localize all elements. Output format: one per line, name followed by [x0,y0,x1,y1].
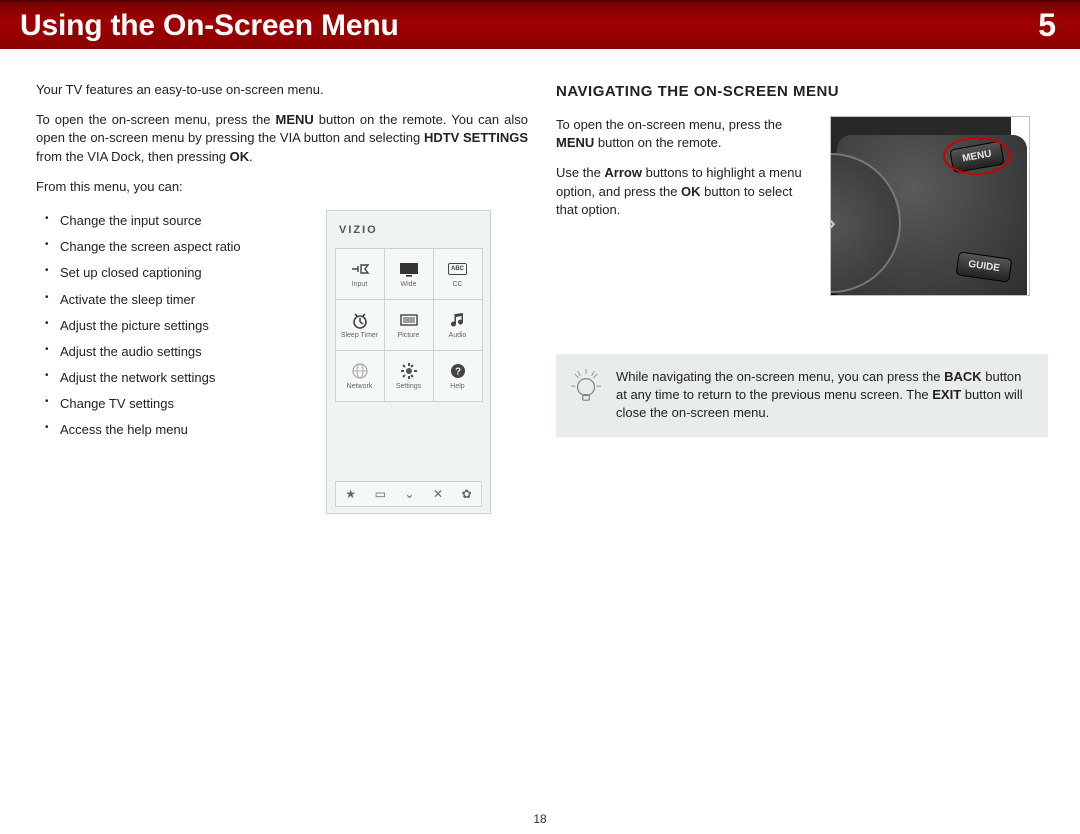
tv-icon [398,260,420,278]
tip-text: While navigating the on-screen menu, you… [616,368,1032,423]
page-number: 18 [0,812,1080,826]
gear-small-icon: ✿ [462,486,472,503]
list-item: Change TV settings [60,395,308,413]
music-icon [447,311,469,329]
page-content: Your TV features an easy-to-use on-scree… [0,49,1080,514]
menu-tile-cc: ABC CC [433,248,483,300]
list-item: Set up closed captioning [60,264,308,282]
menu-tile-picture: Picture [384,299,434,351]
list-item: Adjust the picture settings [60,317,308,335]
help-icon: ? [447,362,469,380]
intro-para-2: To open the on-screen menu, press the ME… [36,111,528,166]
highlight-circle [943,137,1011,175]
list-item: Change the screen aspect ratio [60,238,308,256]
section-heading: NAVIGATING THE ON-SCREEN MENU [556,81,1048,102]
vizio-menu-panel: VIZIO Input Wide [326,210,491,514]
star-icon: ★ [345,486,356,503]
right-column: NAVIGATING THE ON-SCREEN MENU To open th… [556,81,1048,514]
nav-para-1: To open the on-screen menu, press the ME… [556,116,816,152]
vizio-logo: VIZIO [339,223,482,238]
clock-icon [349,311,371,329]
menu-tile-help: ? Help [433,350,483,402]
picture-icon [398,311,420,329]
remote-illustration: › MENU GUIDE [830,116,1030,296]
vizio-bottom-row: ★ ▭ ⌄ ✕ ✿ [335,481,482,507]
list-item: Change the input source [60,212,308,230]
menu-tile-settings: Settings [384,350,434,402]
chapter-header: Using the On-Screen Menu 5 [0,0,1080,49]
menu-tile-audio: Audio [433,299,483,351]
nav-para-2: Use the Arrow buttons to highlight a men… [556,164,816,219]
list-item: Adjust the audio settings [60,343,308,361]
intro-para-3: From this menu, you can: [36,178,528,196]
cc-icon: ABC [447,260,469,278]
globe-icon [349,362,371,380]
intro-para-1: Your TV features an easy-to-use on-scree… [36,81,528,99]
gear-icon [398,362,420,380]
menu-tile-wide: Wide [384,248,434,300]
header-title: Using the On-Screen Menu [20,9,399,43]
list-item: Activate the sleep timer [60,291,308,309]
chevron-down-icon: ⌄ [404,486,414,503]
menu-tile-input: Input [335,248,385,300]
tip-callout: While navigating the on-screen menu, you… [556,354,1048,437]
menu-tile-sleep: Sleep Timer [335,299,385,351]
close-icon: ✕ [433,486,443,503]
plug-icon [349,260,371,278]
menu-tile-network: Network [335,350,385,402]
svg-text:?: ? [454,366,460,377]
capability-list: Change the input source Change the scree… [36,212,308,440]
list-item: Adjust the network settings [60,369,308,387]
rect-icon: ▭ [375,486,386,503]
list-item: Access the help menu [60,421,308,439]
chapter-number: 5 [1038,7,1056,44]
lightbulb-icon [570,368,602,423]
left-column: Your TV features an easy-to-use on-scree… [36,81,528,514]
